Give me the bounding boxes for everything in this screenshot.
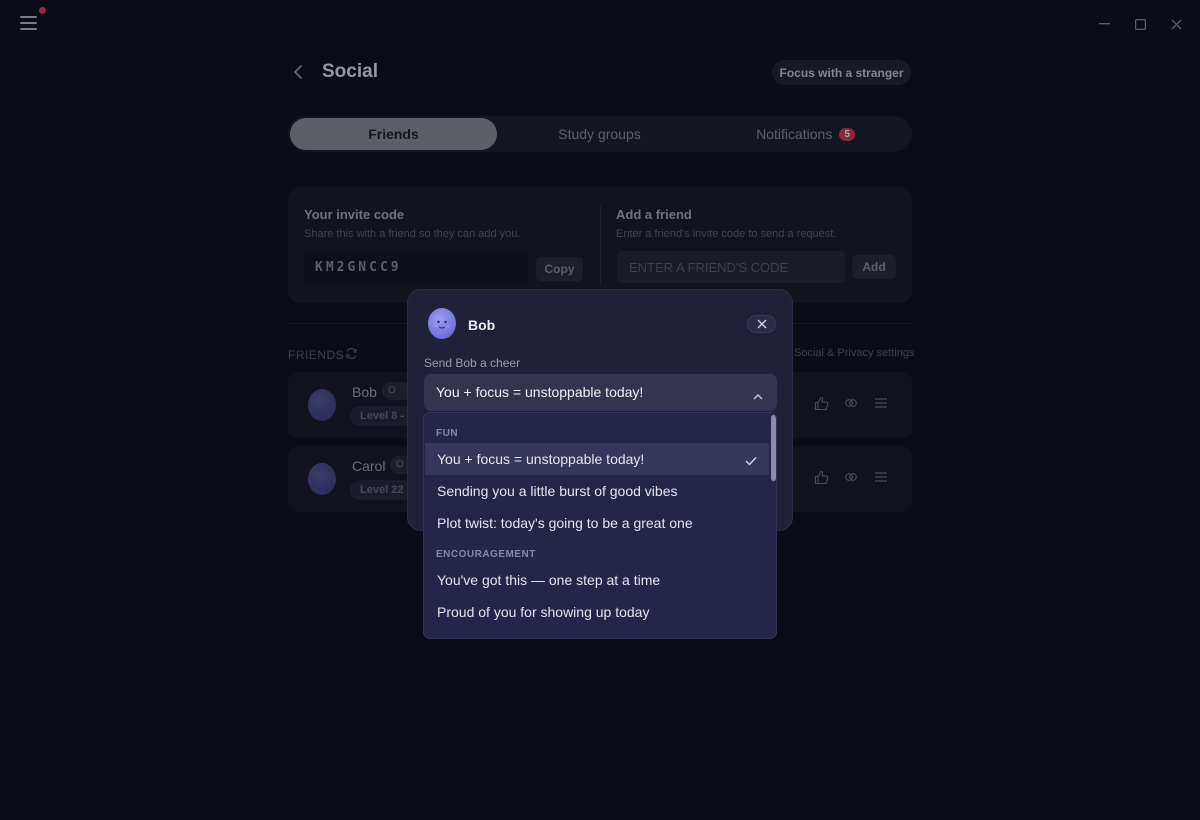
option-label: Proud of you for showing up today (437, 604, 650, 620)
option-label: You + focus = unstoppable today! (437, 451, 645, 467)
cheer-label: Send Bob a cheer (424, 356, 521, 370)
dropdown-option[interactable]: Plot twist: today's going to be a great … (425, 507, 769, 539)
dropdown-option[interactable]: Proud of you for showing up today (425, 596, 769, 628)
check-icon (745, 453, 757, 469)
avatar (428, 308, 456, 339)
scrollbar-thumb[interactable] (771, 415, 776, 481)
modal-close-button[interactable] (747, 315, 776, 333)
option-label: Sending you a little burst of good vibes (437, 483, 678, 499)
cheer-dropdown: FUN You + focus = unstoppable today! Sen… (423, 412, 777, 639)
chevron-up-icon (753, 387, 763, 403)
cheer-select-value: You + focus = unstoppable today! (436, 384, 644, 400)
option-label: You've got this — one step at a time (437, 572, 661, 588)
dropdown-group-label: ENCOURAGEMENT (436, 549, 536, 560)
dropdown-scrollbar[interactable] (769, 413, 776, 638)
dropdown-option[interactable]: You've got this — one step at a time (425, 564, 769, 596)
modal-friend-name: Bob (468, 317, 496, 333)
cheer-select[interactable]: You + focus = unstoppable today! (424, 374, 777, 411)
dropdown-option[interactable]: You + focus = unstoppable today! (425, 443, 769, 475)
close-icon (757, 319, 766, 329)
option-label: Plot twist: today's going to be a great … (437, 515, 693, 531)
dropdown-option[interactable]: Sending you a little burst of good vibes (425, 475, 769, 507)
dropdown-group-label: FUN (436, 428, 459, 439)
